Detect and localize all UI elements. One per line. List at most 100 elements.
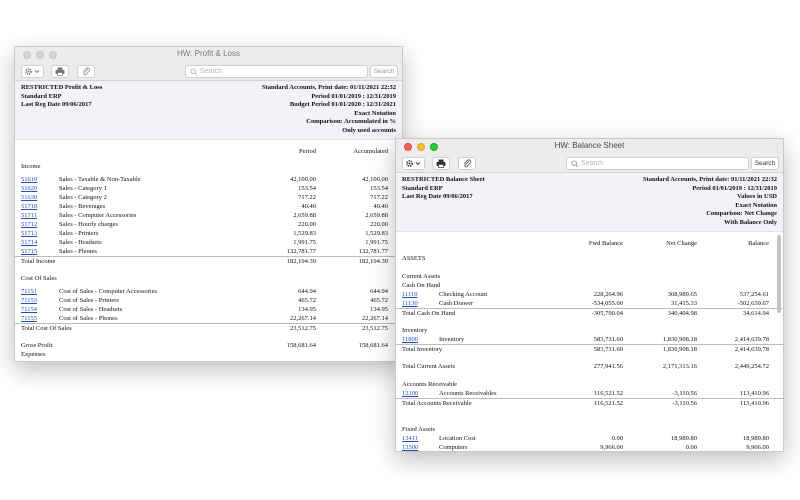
accumulated-value: 42,100.00: [362, 175, 388, 183]
account-code-link[interactable]: 11800: [402, 335, 418, 344]
total-row: Total Inventory 583,731.60 1,830,908.18 …: [396, 343, 783, 353]
account-code-link[interactable]: 11110: [402, 290, 418, 299]
account-name: Sales - Phones: [59, 247, 97, 255]
search-icon: [190, 68, 198, 76]
balance-value: 9,966.00: [746, 443, 769, 451]
account-code-link[interactable]: 51714: [21, 238, 37, 247]
accounts-receivable-rows: 12100 Accounts Receivables 116,521.52 -3,11…: [396, 389, 783, 398]
column-header-fwd-balance: Fwd Balance: [588, 239, 623, 247]
balance-value: 2,449,254.72: [734, 362, 769, 370]
period-value: 153.54: [298, 184, 316, 192]
table-row: 51713 Sales - Printers 1,529.83 1,529.83: [15, 229, 402, 238]
balance-value: 113,410.96: [739, 389, 769, 397]
column-header-balance: Balance: [748, 239, 769, 247]
account-code-link[interactable]: 71153: [21, 296, 37, 305]
search-input[interactable]: [200, 66, 360, 77]
column-headers: Period Accumulated: [15, 140, 402, 162]
period-value: 465.72: [298, 296, 316, 304]
accumulated-value: 2,659.88: [365, 211, 388, 219]
account-code-link[interactable]: 71151: [21, 287, 37, 296]
account-code-link[interactable]: 51710: [21, 202, 37, 211]
period-value: 1,991.75: [293, 238, 316, 246]
account-code-link[interactable]: 13411: [402, 434, 418, 443]
table-row: 71153 Cost of Sales - Printers 465.72 465.7…: [15, 296, 402, 305]
account-code-link[interactable]: 51713: [21, 229, 37, 238]
account-name: Sales - Beverages: [59, 202, 106, 210]
account-name: Cash Drawer: [439, 299, 474, 307]
search-field[interactable]: [185, 65, 368, 78]
column-header-period: Period: [299, 147, 316, 155]
budget-period-info: Budget Period 01/01/2020 : 12/31/2021: [289, 101, 396, 109]
account-code-link[interactable]: 51630: [21, 193, 37, 202]
comparison-info: Comparison: Accumulated in %: [306, 118, 396, 126]
toolbar: Search: [396, 155, 783, 173]
table-row: 13411 Location Cost 0.00 18,989.80 18,989.80: [396, 434, 783, 443]
account-name: Sales - Hourly charges: [59, 220, 118, 228]
account-code-link[interactable]: 51712: [21, 220, 37, 229]
account-code-link[interactable]: 71155: [21, 314, 37, 323]
title-bar[interactable]: HW: Profit & Loss: [15, 47, 402, 63]
net-change-value: 18,989.80: [671, 434, 697, 442]
gross-profit-row: Gross Profit 158,681.64 158,681.64: [15, 341, 402, 350]
window-title: HW: Profit & Loss: [177, 49, 240, 58]
period-value: 132,781.77: [286, 247, 316, 255]
fwd-balance-value: 277,941.56: [593, 362, 623, 370]
account-code-link[interactable]: 11130: [402, 299, 418, 308]
print-button[interactable]: [432, 157, 450, 170]
printer-icon: [436, 159, 446, 168]
account-name: Sales - Category 1: [59, 184, 107, 192]
account-code-link[interactable]: 71154: [21, 305, 37, 314]
search-input[interactable]: [581, 158, 741, 169]
window-title: HW: Balance Sheet: [554, 141, 625, 150]
gear-icon: [25, 68, 40, 75]
search-field[interactable]: [566, 157, 749, 170]
accumulated-value: 22,267.14: [362, 314, 388, 322]
total-label: Total Cash On Hand: [402, 309, 456, 317]
accumulated-value: 132,781.77: [358, 247, 388, 255]
attachment-button[interactable]: [77, 65, 95, 78]
account-code-link[interactable]: 13500: [402, 443, 418, 451]
table-row: 51630 Sales - Category 2 717.22 717.22: [15, 193, 402, 202]
total-label: Total Cost Of Sales: [21, 324, 72, 332]
account-code-link[interactable]: 51610: [21, 175, 37, 184]
section-label-expenses: Expenses: [21, 350, 46, 358]
accumulated-value: 158,681.64: [358, 341, 388, 349]
title-bar[interactable]: HW: Balance Sheet: [396, 139, 783, 155]
net-change-value: 1,830,908.18: [662, 345, 697, 353]
print-button[interactable]: [51, 65, 69, 78]
report-header-right: Standard Accounts, Print date: 01/11/202…: [262, 84, 396, 136]
cash-rows: 11110 Checking Account 228,264.96 308,989.6…: [396, 290, 783, 308]
total-label: Total Accounts Receivable: [402, 399, 472, 407]
accumulated-value: 717.22: [370, 193, 388, 201]
vertical-scrollbar[interactable]: [777, 235, 781, 313]
accumulated-value: 153.54: [370, 184, 388, 192]
section-label-income: Income: [21, 162, 41, 170]
account-code-link[interactable]: 51715: [21, 247, 37, 256]
account-name: Checking Account: [439, 290, 488, 298]
last-reg-date: Last Reg Date 09/06/2017: [21, 101, 92, 109]
total-label: Total Inventory: [402, 345, 443, 353]
fwd-balance-value: 9,966.00: [600, 443, 623, 451]
period-value: 1,529.83: [293, 229, 316, 237]
search-button[interactable]: Search: [370, 65, 398, 78]
column-header-accumulated: Accumulated: [353, 147, 388, 155]
total-row: Total Current Assets 277,941.56 2,171,31…: [396, 362, 783, 371]
fixed-assets-rows: 13411 Location Cost 0.00 18,989.80 18,989.80…: [396, 434, 783, 451]
total-row: Total Accounts Receivable 116,521.52 -3,…: [396, 397, 783, 407]
balance-value: 113,410.96: [739, 399, 769, 407]
table-row: 12100 Accounts Receivables 116,521.52 -3,11…: [396, 389, 783, 398]
attachment-button[interactable]: [458, 157, 476, 170]
settings-button[interactable]: [402, 157, 425, 170]
account-code-link[interactable]: 12100: [402, 389, 418, 398]
paperclip-icon: [82, 67, 91, 76]
account-code-link[interactable]: 51711: [21, 211, 37, 220]
fwd-balance-value: 228,264.96: [593, 290, 623, 298]
notation-info: Exact Notation: [354, 109, 396, 117]
table-row: 51710 Sales - Beverages 40.40 40.40: [15, 202, 402, 211]
table-row: 13500 Computers 9,966.00 0.00 9,966.00: [396, 443, 783, 451]
net-change-value: -3,110.56: [672, 399, 697, 407]
account-code-link[interactable]: 51620: [21, 184, 37, 193]
period-value: 42,100.00: [290, 175, 316, 183]
settings-button[interactable]: [21, 65, 44, 78]
search-button[interactable]: Search: [751, 157, 779, 170]
